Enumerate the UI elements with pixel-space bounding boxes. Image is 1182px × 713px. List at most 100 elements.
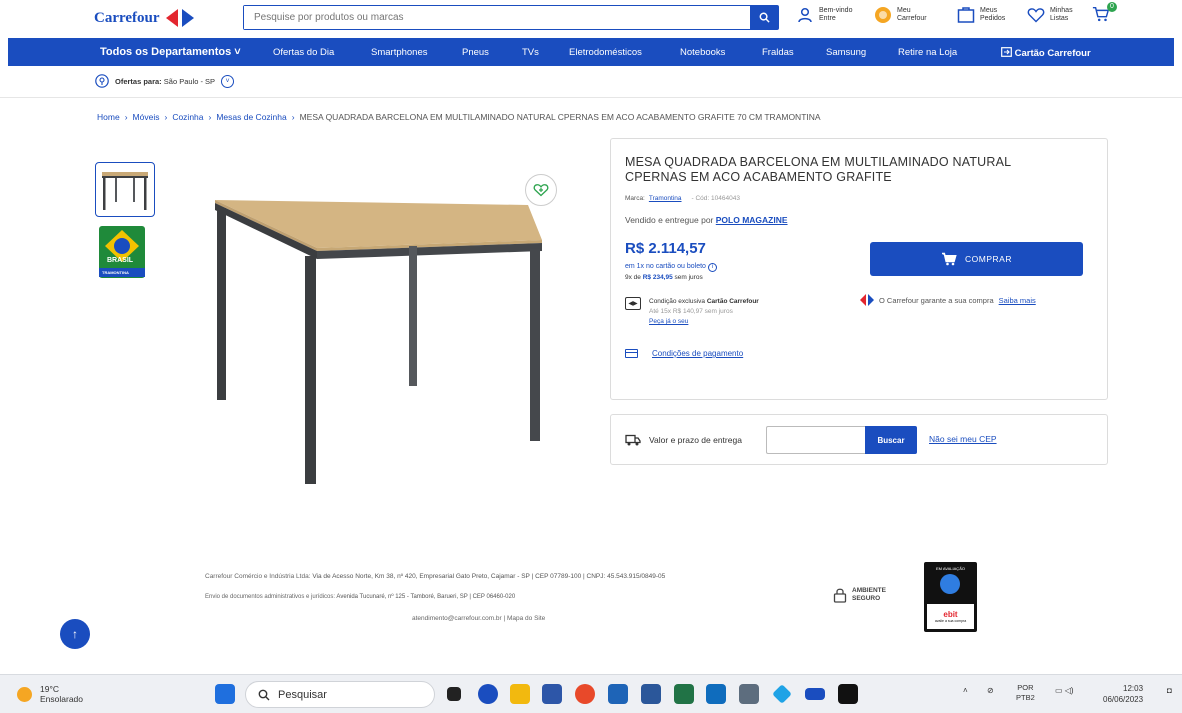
- coin-icon: [874, 6, 892, 24]
- delivery-truck-icon: [625, 434, 641, 446]
- exclusive-detail: Até 15x R$ 140,97 sem juros: [649, 308, 733, 315]
- meu-carrefour-link[interactable]: Meu Carrefour: [874, 6, 927, 24]
- thumbnail-brasil-badge[interactable]: BRASIL TRAMONTINA: [95, 224, 155, 279]
- login-link[interactable]: Bem-vindo Entre: [796, 6, 852, 24]
- nav-eletrodomesticos[interactable]: Eletrodomésticos: [569, 47, 642, 58]
- location-value: São Paulo - SP: [163, 76, 216, 86]
- clock-date: 06/06/2023: [1103, 695, 1144, 704]
- app-dark-icon[interactable]: [838, 684, 858, 704]
- product-info-panel: MESA QUADRADA BARCELONA EM MULTILAMINADO…: [610, 138, 1108, 400]
- taskbar-search-label: Pesquisar: [278, 688, 327, 701]
- breadcrumb-home[interactable]: Home: [97, 112, 120, 122]
- system-clock[interactable]: 12:03 06/06/2023: [1103, 683, 1143, 705]
- guarantee-link[interactable]: Saiba mais: [999, 296, 1036, 305]
- search-input[interactable]: [244, 6, 750, 29]
- ebit-badge[interactable]: EM AVALIAÇÃO ebit avalie a sua compra: [924, 562, 977, 632]
- footer-company-address: Via de Acesso Norte, Km 38, nº 420, Empr…: [312, 573, 666, 580]
- lang-line2: PTB2: [1016, 693, 1035, 702]
- shipping-calculator: Valor e prazo de entrega Buscar Não sei …: [610, 414, 1108, 465]
- nav-cartao-label: Cartão Carrefour: [1014, 48, 1091, 59]
- language-indicator[interactable]: POR PTB2: [1016, 683, 1035, 703]
- carrefour-logo[interactable]: Carrefour: [94, 9, 196, 27]
- nav-pneus[interactable]: Pneus: [462, 47, 489, 58]
- chat-icon[interactable]: [478, 684, 498, 704]
- nav-retire-na-loja[interactable]: Retire na Loja: [898, 47, 957, 58]
- buy-button[interactable]: COMPRAR: [870, 242, 1083, 276]
- network-icon[interactable]: ⊘: [987, 686, 994, 695]
- chevron-down-icon[interactable]: ˅: [221, 74, 235, 88]
- nav-notebooks[interactable]: Notebooks: [680, 47, 725, 58]
- chrome-icon[interactable]: [575, 684, 595, 704]
- table-thumbnail-image: [102, 172, 148, 210]
- ebit-sub: avalie a sua compra: [934, 619, 967, 623]
- credit-card-icon: [625, 349, 638, 358]
- sun-icon: [17, 686, 32, 702]
- no-cep-link[interactable]: Não sei meu CEP: [929, 434, 997, 444]
- nav-cartao-carrefour[interactable]: Cartão Carrefour: [1001, 47, 1091, 59]
- breadcrumb-separator: ›: [164, 112, 168, 122]
- file-explorer-icon[interactable]: [510, 684, 530, 704]
- chevron-up-icon[interactable]: ˄: [963, 686, 968, 695]
- app-diamond-icon[interactable]: [772, 684, 792, 704]
- word-icon[interactable]: [641, 684, 661, 704]
- search-button[interactable]: [750, 6, 778, 29]
- excel-icon[interactable]: [674, 684, 694, 704]
- nav-all-departments-label: Todos os Departamentos: [100, 46, 232, 58]
- footer-contact[interactable]: atendimento@carrefour.com.br | Mapa do S…: [412, 615, 545, 622]
- breadcrumb-mesas[interactable]: Mesas de Cozinha: [216, 112, 286, 122]
- info-icon[interactable]: i: [707, 263, 717, 272]
- seller-link[interactable]: POLO MAGAZINE: [716, 215, 788, 225]
- nav-all-departments[interactable]: Todos os Departamentos ˅: [100, 46, 241, 58]
- add-to-list-button[interactable]: [525, 174, 557, 206]
- exclusive-brand: Cartão Carrefour: [706, 298, 759, 305]
- installments-prefix: 9x de: [625, 274, 641, 281]
- payment-conditions[interactable]: Condições de pagamento: [625, 349, 743, 358]
- nav-ofertas-do-dia[interactable]: Ofertas do Dia: [273, 47, 334, 58]
- secure-environment-badge: AMBIENTE SEGURO: [833, 587, 886, 603]
- notification-icon[interactable]: ◘: [1167, 686, 1172, 695]
- cart-icon: 0: [1092, 2, 1117, 23]
- cash-payment-label: em 1x no cartão ou boleto: [625, 263, 706, 270]
- search-cep-button[interactable]: Buscar: [865, 426, 917, 454]
- badge-brasil-text: BRASIL: [107, 257, 134, 264]
- breadcrumb-moveis[interactable]: Móveis: [133, 112, 160, 122]
- brand-link[interactable]: Tramontina: [649, 195, 682, 202]
- cart-button[interactable]: 0: [1092, 2, 1117, 23]
- nav-samsung[interactable]: Samsung: [826, 47, 866, 58]
- store-icon[interactable]: [542, 684, 562, 704]
- product-main-image: [215, 200, 542, 484]
- nav-tvs[interactable]: TVs: [522, 47, 539, 58]
- location-selector[interactable]: Ofertas para: São Paulo - SP ˅: [95, 74, 235, 88]
- windows-start-icon[interactable]: [215, 684, 235, 704]
- photos-icon[interactable]: [608, 684, 628, 704]
- orders-link[interactable]: Meus Pedidos: [957, 6, 1005, 24]
- payment-conditions-link[interactable]: Condições de pagamento: [652, 349, 743, 358]
- calculator-icon[interactable]: [739, 684, 759, 704]
- department-nav: Todos os Departamentos ˅ Ofertas do Dia …: [8, 38, 1174, 66]
- scroll-to-top-button[interactable]: ↑: [60, 619, 90, 649]
- breadcrumb-separator: ›: [124, 112, 128, 122]
- breadcrumb-separator: ›: [208, 112, 212, 122]
- footer-company-label: Carrefour Comércio e Indústria Ltda:: [205, 573, 311, 580]
- nav-fraldas[interactable]: Fraldas: [762, 47, 794, 58]
- lists-line1: Minhas: [1050, 7, 1073, 14]
- task-view-icon[interactable]: [447, 687, 461, 701]
- breadcrumb: Home › Móveis › Cozinha › Mesas de Cozinha ›…: [97, 112, 821, 122]
- footer-docs: Envio de documentos administrativos e ju…: [205, 594, 515, 600]
- display-sound-icon[interactable]: ▭ ◁): [1055, 686, 1074, 695]
- heart-icon: [1027, 6, 1045, 24]
- exclusive-link[interactable]: Peça já o seu: [649, 318, 688, 325]
- taskbar-search[interactable]: Pesquisar: [245, 681, 435, 708]
- header-divider: [0, 97, 1182, 98]
- app-bowtie-icon[interactable]: [805, 688, 825, 700]
- breadcrumb-cozinha[interactable]: Cozinha: [172, 112, 203, 122]
- product-title: MESA QUADRADA BARCELONA EM MULTILAMINADO…: [625, 155, 1011, 184]
- lists-link[interactable]: Minhas Listas: [1027, 6, 1073, 24]
- outlook-icon[interactable]: [706, 684, 726, 704]
- nav-smartphones[interactable]: Smartphones: [371, 47, 428, 58]
- cep-input[interactable]: [766, 426, 866, 454]
- thumbnail-table[interactable]: [95, 162, 155, 217]
- purchase-guarantee: O Carrefour garante a sua compra Saiba m…: [860, 294, 1036, 306]
- weather-widget[interactable]: 19°C Ensolarado: [17, 684, 83, 704]
- location-label: Ofertas para:: [115, 76, 162, 86]
